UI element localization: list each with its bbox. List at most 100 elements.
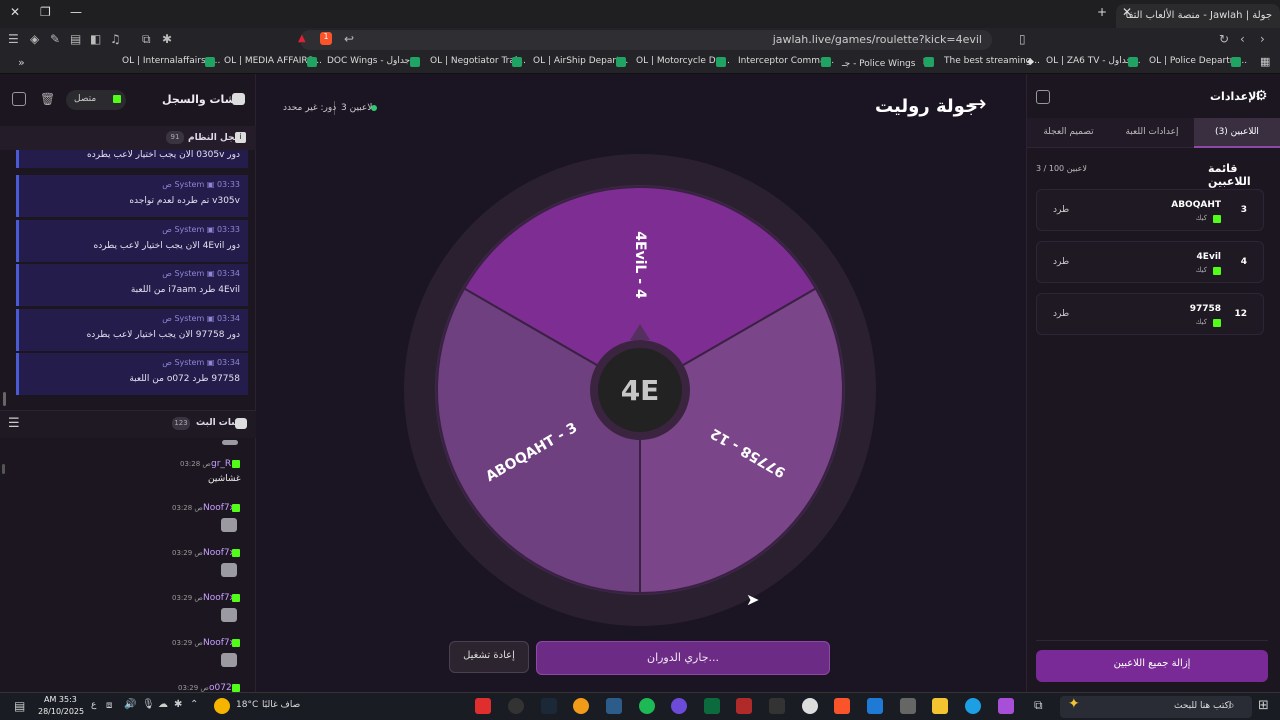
filter-icon[interactable]: ☰ bbox=[8, 416, 20, 431]
app-icon-sheets[interactable] bbox=[704, 698, 720, 714]
bookmark-item[interactable]: OL | AirShip Depart... bbox=[533, 56, 628, 66]
more-bookmarks-icon[interactable]: » bbox=[18, 56, 25, 69]
bookmark-item[interactable]: Interceptor Comma... bbox=[738, 56, 834, 66]
active-tab[interactable]: جولة | Jawlah - منصة الألعاب التفا bbox=[1116, 4, 1280, 28]
kick-icon bbox=[113, 95, 121, 103]
url-text: jawlah.live/games/roulette?kick=4evil bbox=[772, 33, 982, 46]
sidebar-icon[interactable]: ◧ bbox=[90, 32, 101, 46]
extensions-icon[interactable]: ✱ bbox=[162, 32, 172, 46]
collapse-panel-icon[interactable] bbox=[12, 92, 26, 106]
back-arrow-icon[interactable]: → bbox=[968, 92, 986, 117]
sheets-icon bbox=[307, 57, 317, 67]
spin-button[interactable]: جاري الدوران... bbox=[536, 641, 830, 675]
remove-all-players-button[interactable]: إزالة جميع اللاعبين bbox=[1036, 650, 1268, 682]
windows-start-icon[interactable]: ⊞ bbox=[1258, 698, 1269, 713]
notifications-icon[interactable]: ▤ bbox=[14, 699, 25, 713]
player-platform: كيك bbox=[1195, 318, 1207, 326]
back-icon[interactable]: ‹ bbox=[1240, 32, 1245, 46]
close-window-icon[interactable]: ✕ bbox=[10, 5, 20, 19]
app-icon-outlook[interactable] bbox=[867, 698, 883, 714]
weather-text[interactable]: صاف غالبًا bbox=[262, 700, 300, 710]
music-icon[interactable]: ♫ bbox=[110, 32, 121, 46]
trash-icon[interactable]: 🗑 bbox=[40, 92, 55, 106]
weather-temp[interactable]: 18°C bbox=[236, 700, 258, 710]
app-icon-steam[interactable] bbox=[541, 698, 557, 714]
players-list-title: قائمة اللاعبين bbox=[1208, 162, 1251, 188]
sheets-icon bbox=[1231, 57, 1241, 67]
onedrive-icon[interactable]: ☁ bbox=[158, 699, 168, 710]
app-icon-acrobat[interactable] bbox=[736, 698, 752, 714]
message-username[interactable]: Noof7x bbox=[203, 548, 235, 558]
new-tab-icon[interactable]: + bbox=[1097, 5, 1107, 19]
app-icon-obs[interactable] bbox=[508, 698, 524, 714]
search-icon: ⌕ bbox=[1228, 698, 1235, 712]
app-icon-chrome[interactable] bbox=[573, 698, 589, 714]
app-icon-copilot[interactable] bbox=[998, 698, 1014, 714]
app-icon-tools[interactable] bbox=[769, 698, 785, 714]
clock-date[interactable]: 28/10/2025 bbox=[38, 707, 84, 716]
message-username[interactable]: Noof7x bbox=[203, 593, 235, 603]
vpn-icon[interactable]: ◈ bbox=[30, 32, 39, 46]
bookmark-item[interactable]: The best streaming... bbox=[944, 56, 1040, 66]
menu-icon[interactable]: ☰ bbox=[8, 32, 19, 46]
app-icon-edge[interactable] bbox=[965, 698, 981, 714]
clock-time[interactable]: AM 35:3 bbox=[44, 695, 77, 704]
roulette-wheel[interactable]: 4EviL - 497758 - 12ABOQAHT - 3 4E bbox=[400, 150, 880, 630]
scrollbar-thumb[interactable] bbox=[2, 464, 5, 474]
settings-title: الإعدادات bbox=[1210, 90, 1261, 103]
mouse-cursor-icon: ➤ bbox=[746, 590, 760, 609]
bookmark-item[interactable]: DOC Wings - جداول... bbox=[327, 56, 419, 66]
message-username[interactable]: Noof7x bbox=[203, 503, 235, 513]
player-name: 97758 bbox=[1189, 304, 1221, 314]
language-indicator[interactable]: ع bbox=[91, 700, 96, 710]
live-chat-count: 123 bbox=[174, 419, 188, 427]
replay-button[interactable]: إعادة تشغيل bbox=[449, 641, 529, 673]
bookmark-item[interactable]: جـ - Police Wings 『 bbox=[842, 56, 927, 69]
kick-player-button[interactable]: طرد bbox=[1053, 257, 1069, 267]
app-icon-store[interactable] bbox=[900, 698, 916, 714]
bookmark-icon[interactable]: ▯ bbox=[1019, 32, 1026, 46]
message-username[interactable]: Noof7x bbox=[203, 638, 235, 648]
rewards-icon[interactable]: ▲ bbox=[298, 33, 306, 44]
kick-player-button[interactable]: طرد bbox=[1053, 205, 1069, 215]
screenshot-icon[interactable]: ⧉ bbox=[142, 32, 151, 47]
app-icon-unity[interactable] bbox=[802, 698, 818, 714]
share-icon[interactable]: ↩ bbox=[344, 32, 354, 46]
system-message: System ▣ 03:34 ص دور 97758 الان يجب اختي… bbox=[16, 309, 248, 351]
reader-icon[interactable]: ▤ bbox=[70, 32, 81, 46]
volume-icon[interactable]: 🔊 bbox=[124, 699, 136, 710]
forward-icon[interactable]: › bbox=[1260, 32, 1265, 46]
close-tab-icon[interactable]: ✕ bbox=[1122, 5, 1132, 19]
app-icon-spotify[interactable] bbox=[639, 698, 655, 714]
player-number: 3 bbox=[1240, 205, 1247, 215]
app-icon-close[interactable] bbox=[475, 698, 491, 714]
collapse-panel-icon[interactable] bbox=[1036, 90, 1050, 104]
reload-icon[interactable]: ↻ bbox=[1219, 32, 1229, 46]
show-hidden-icons[interactable]: ⌃ bbox=[190, 699, 198, 710]
minimize-window-icon[interactable]: — bbox=[70, 5, 82, 19]
bluetooth-icon[interactable]: ✱ bbox=[174, 699, 182, 710]
player-platform: كيك bbox=[1195, 266, 1207, 274]
brave-shield-icon[interactable]: 1 bbox=[320, 32, 332, 45]
system-log-count-badge: 91 bbox=[166, 131, 184, 144]
tab-players[interactable]: اللاعبين (3) bbox=[1194, 118, 1280, 148]
app-icon-excel[interactable] bbox=[606, 698, 622, 714]
app-icon-explorer[interactable] bbox=[932, 698, 948, 714]
network-icon[interactable]: ⧈ bbox=[106, 700, 112, 711]
address-bar[interactable]: jawlah.live/games/roulette?kick=4evil bbox=[300, 30, 992, 50]
live-chat-label: شات البث bbox=[196, 418, 241, 428]
scrollbar-thumb[interactable] bbox=[3, 392, 6, 406]
bookmark-item[interactable]: OL | ZA6 TV - جداول... bbox=[1046, 56, 1141, 66]
app-icon-brave[interactable] bbox=[834, 698, 850, 714]
app-icon-messenger[interactable] bbox=[671, 698, 687, 714]
message-username[interactable]: gr_R bbox=[211, 459, 231, 469]
restore-window-icon[interactable]: ❐ bbox=[40, 5, 51, 19]
tab-game-settings[interactable]: إعدادات اللعبة bbox=[1110, 118, 1194, 148]
kick-player-button[interactable]: طرد bbox=[1053, 309, 1069, 319]
wallet-icon[interactable]: ✎ bbox=[50, 32, 60, 46]
all-bookmarks-icon[interactable]: ▦ bbox=[1260, 55, 1270, 68]
tab-wheel-design[interactable]: تصميم العجلة bbox=[1027, 118, 1110, 148]
task-view-icon[interactable]: ⧉ bbox=[1034, 698, 1043, 713]
sheets-icon bbox=[512, 57, 522, 67]
microphone-icon[interactable]: 🎙 bbox=[142, 699, 155, 710]
